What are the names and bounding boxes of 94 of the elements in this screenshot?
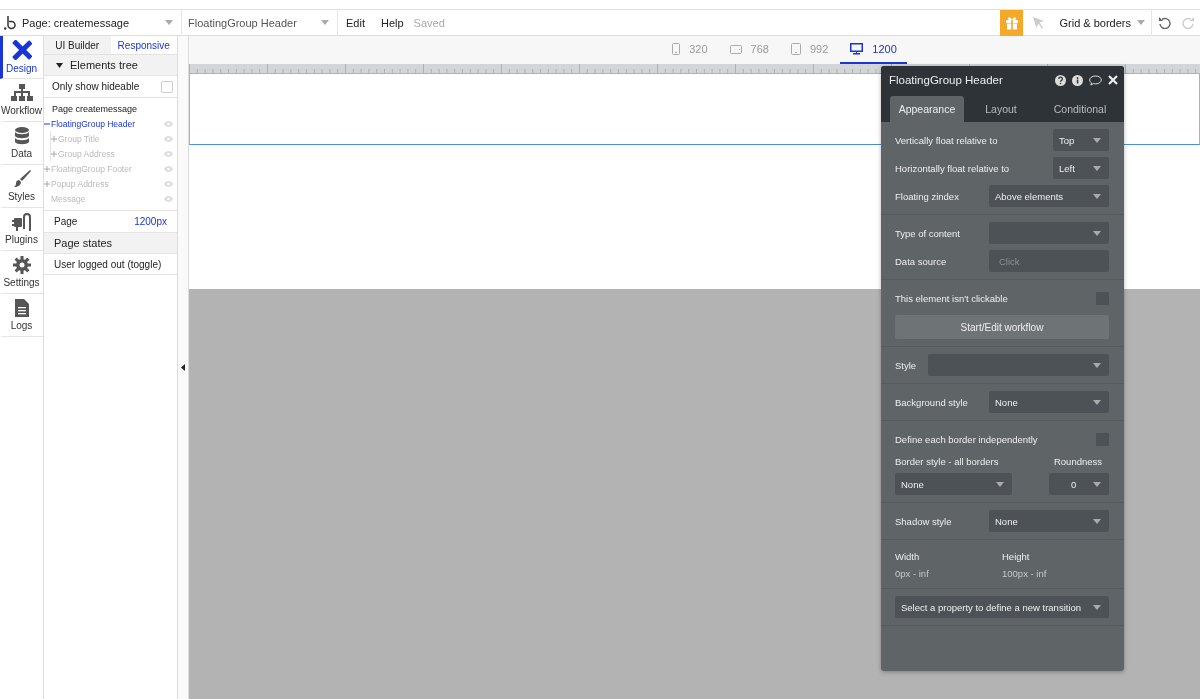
crossed-tools-icon <box>11 40 32 60</box>
save-status: Saved <box>413 16 445 29</box>
caret-icon <box>996 481 1004 487</box>
caret-icon <box>1093 230 1101 236</box>
eye-icon <box>164 135 173 142</box>
tree-root[interactable]: Page createmessage <box>44 102 177 116</box>
eye-icon <box>164 165 173 172</box>
size-range: 100px - inf <box>1002 568 1048 579</box>
field-label: Shadow style <box>895 515 952 527</box>
panel-tab[interactable]: Appearance <box>890 96 964 122</box>
comment-icon[interactable] <box>1089 74 1102 86</box>
page-dropdown[interactable]: Page: createmessage <box>20 9 182 36</box>
dropdown[interactable]: Top <box>1053 129 1109 151</box>
checkbox-label: This element isn't clickable <box>895 292 1008 304</box>
settings-icon <box>12 256 31 274</box>
caret-icon <box>1137 20 1145 25</box>
plus-icon[interactable] <box>51 135 57 142</box>
collapse-arrow-icon[interactable] <box>181 364 185 371</box>
grid-dropdown[interactable]: Grid & borders <box>1053 9 1152 36</box>
workflow-button[interactable]: Start/Edit workflow <box>895 315 1109 339</box>
caret-icon <box>1093 165 1101 171</box>
dropdown[interactable]: 0 <box>1049 473 1109 495</box>
dropdown[interactable] <box>989 222 1109 244</box>
info-icon[interactable] <box>1072 74 1083 86</box>
field-label: Vertically float relative to <box>895 134 998 146</box>
plus-icon[interactable] <box>44 165 50 172</box>
tablet-icon <box>729 44 742 54</box>
logo-icon <box>4 15 16 30</box>
plug-icon <box>11 213 32 231</box>
dropdown[interactable] <box>928 354 1109 376</box>
field-label: Width <box>895 551 921 562</box>
page-state[interactable]: User logged out (toggle) <box>54 258 162 270</box>
close-icon[interactable] <box>1108 75 1118 85</box>
panel-tab[interactable]: Conditional <box>1038 96 1122 122</box>
caret-icon <box>165 20 173 25</box>
eye-icon <box>164 180 173 187</box>
gift-button[interactable] <box>1000 9 1024 36</box>
panel-tab[interactable]: Layout <box>964 96 1038 122</box>
plus-icon[interactable] <box>51 150 57 157</box>
tablet-icon <box>790 43 801 55</box>
dropdown[interactable]: Select a property to define a new transition <box>895 596 1109 618</box>
help-icon[interactable] <box>1055 74 1066 86</box>
database-icon <box>13 127 30 145</box>
dropdown[interactable]: None <box>895 473 1012 495</box>
checkbox-label: Define each border independently <box>895 433 1038 445</box>
menu-item[interactable]: Edit <box>338 16 373 29</box>
dropdown[interactable]: Above elements <box>989 185 1109 207</box>
tree-item[interactable]: FloatingGroup Header <box>44 116 177 131</box>
phone-icon <box>672 43 681 55</box>
undo-icon <box>1157 16 1171 29</box>
sidebar-tab[interactable]: Design <box>0 36 43 79</box>
caret-icon <box>1093 518 1101 524</box>
monitor-icon <box>850 43 864 55</box>
document-icon <box>14 299 29 317</box>
caret-icon <box>1093 604 1101 610</box>
field-label: Type of content <box>895 227 960 239</box>
caret-icon <box>1093 399 1101 405</box>
caret-icon <box>321 20 329 25</box>
eye-icon <box>164 120 173 127</box>
caret-icon <box>1093 193 1101 199</box>
field-label: Height <box>1002 551 1031 562</box>
field-label: Floating zindex <box>895 190 959 202</box>
checkbox[interactable] <box>161 80 173 93</box>
field-label: Background style <box>895 396 968 408</box>
field-label: Roundness <box>1052 456 1104 467</box>
redo-icon <box>1181 16 1195 29</box>
size-range: 0px - inf <box>895 568 930 579</box>
page-width[interactable]: 1200px <box>134 216 167 227</box>
field-label: Border style - all borders <box>895 456 1000 467</box>
brush-icon <box>12 170 31 188</box>
eye-icon <box>164 150 173 157</box>
gift-icon <box>1004 15 1019 30</box>
section-title: Elements tree <box>70 59 138 71</box>
dropdown[interactable]: Left <box>1053 157 1109 179</box>
caret-icon <box>1093 137 1101 143</box>
field-label: Data source <box>895 255 947 267</box>
caret-icon <box>1093 481 1101 487</box>
panel-title: FloatingGroup Header <box>889 74 1004 86</box>
menu-item[interactable]: Help <box>372 16 412 29</box>
page-label: Page <box>54 216 78 227</box>
field-label: Horizontally float relative to <box>895 162 1010 174</box>
eye-icon <box>164 195 173 202</box>
section-title: Page states <box>54 237 113 249</box>
field-label: Style <box>895 359 917 371</box>
dropdown[interactable]: None <box>989 510 1109 532</box>
collapse-icon[interactable] <box>56 62 63 68</box>
checkbox-label: Only show hideable <box>52 81 140 92</box>
plus-icon[interactable] <box>44 180 50 187</box>
dropdown[interactable]: None <box>989 391 1109 413</box>
cursor-icon[interactable] <box>1032 16 1044 29</box>
panel-tab[interactable]: UI Builder <box>44 36 111 55</box>
sitemap-icon <box>10 84 33 102</box>
element-dropdown[interactable]: FloatingGroup Header <box>182 9 338 36</box>
caret-icon <box>1093 362 1101 368</box>
